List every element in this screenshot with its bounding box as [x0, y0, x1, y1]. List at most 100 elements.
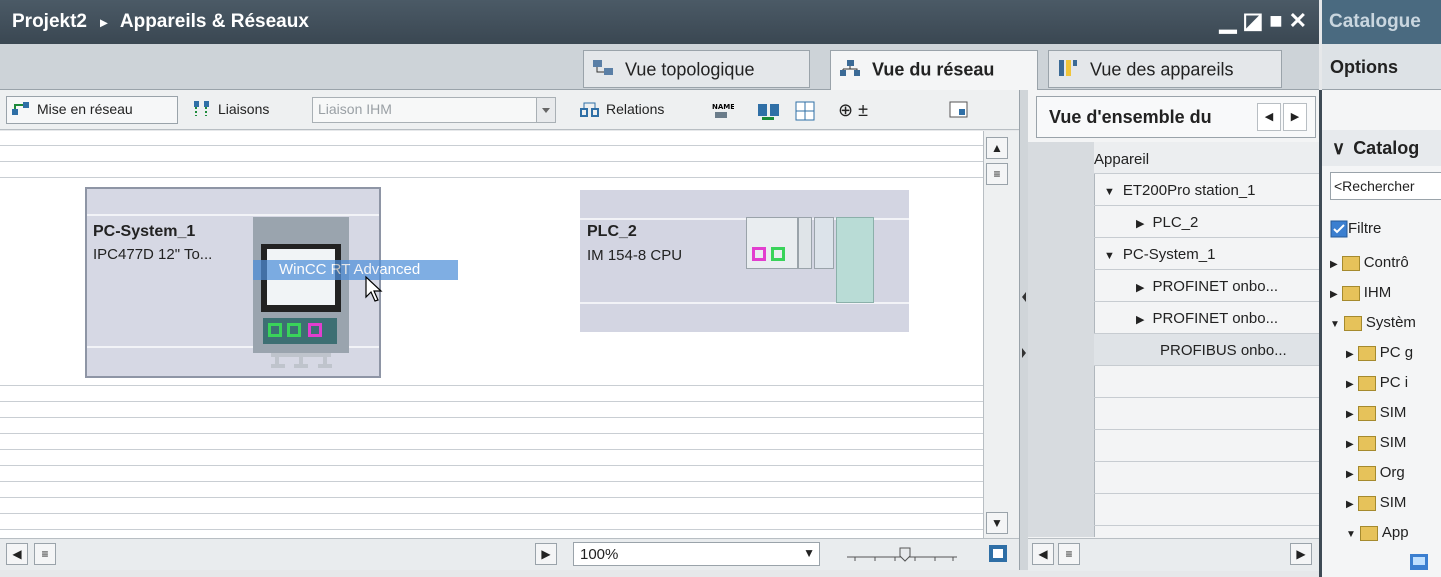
tree-row-label: PROFINET onbo... [1152, 310, 1279, 327]
tab-scroll-left-icon[interactable]: ◀ [1257, 103, 1281, 131]
zoom-in-icon[interactable]: ⊕ ± [834, 96, 874, 124]
mise-en-reseau-button[interactable]: Mise en réseau [6, 96, 178, 124]
column-header-appareil[interactable]: Appareil [1094, 142, 1319, 174]
catalog-title[interactable]: Catalogue [1322, 0, 1441, 44]
zoom-slider[interactable] [845, 545, 960, 565]
scroll-down-button[interactable]: ▼ [986, 512, 1008, 534]
splitter-arrows-icon[interactable] [1020, 290, 1028, 360]
view-tabstrip: Vue topologique Vue du réseau Vue des ap… [0, 44, 1319, 90]
filter-checkbox[interactable]: Filtre [1330, 220, 1381, 238]
tree-row-profibus[interactable]: PROFIBUS onbo... [1094, 334, 1319, 366]
expand-toggle-icon[interactable]: ▶ [1136, 282, 1144, 294]
expand-toggle-icon[interactable]: ▶ [1346, 349, 1354, 360]
scroll-up-button[interactable]: ▲ [986, 137, 1008, 159]
expand-toggle-icon[interactable]: ▼ [1104, 250, 1115, 262]
float-button[interactable]: ◪ [1242, 8, 1269, 33]
section-name: Appareils & Réseaux [119, 11, 309, 32]
network-overview-icon[interactable] [752, 96, 790, 124]
horizontal-scroll-thumb[interactable]: ≡ [34, 543, 56, 565]
expand-toggle-icon[interactable]: ▶ [1346, 409, 1354, 420]
overview-horizontal-scrollbar[interactable]: ◀ ≡ ▶ [1028, 538, 1319, 571]
project-name[interactable]: Projekt2 [12, 11, 87, 32]
tab-network-view[interactable]: Vue du réseau [830, 50, 1038, 90]
zoom-dropdown-icon[interactable]: ▼ [803, 546, 815, 560]
connections-icon [192, 100, 212, 121]
close-button[interactable]: ✕ [1289, 8, 1313, 33]
liaisons-button[interactable]: Liaisons [188, 96, 275, 124]
catalog-item[interactable]: ▶ PC g [1346, 344, 1413, 361]
grid-layout-icon[interactable] [790, 96, 824, 124]
expand-toggle-icon[interactable]: ▶ [1346, 499, 1354, 510]
tree-row-profinet-1[interactable]: ▶ PROFINET onbo... [1094, 270, 1319, 302]
catalog-item[interactable]: ▼ App [1346, 524, 1409, 541]
panel-splitter[interactable] [1019, 90, 1028, 570]
catalog-item[interactable]: ▶ SIM [1346, 494, 1406, 511]
device-pc-system[interactable]: PC-System_1 IPC477D 12" To... WinCC RT A… [85, 187, 458, 378]
folder-icon [1357, 495, 1376, 511]
tree-row-pc-system[interactable]: ▼ PC-System_1 [1094, 238, 1319, 270]
options-label[interactable]: Options [1322, 44, 1441, 90]
expand-toggle-icon[interactable]: ▶ [1346, 469, 1354, 480]
pc-device-image[interactable] [253, 217, 349, 353]
scroll-left-button[interactable]: ◀ [6, 543, 28, 565]
expand-toggle-icon[interactable]: ▶ [1136, 218, 1144, 230]
catalog-item[interactable]: ▶ Org [1346, 464, 1405, 481]
network-canvas[interactable]: PC-System_1 IPC477D 12" To... WinCC RT A… [0, 131, 983, 538]
expand-toggle-icon[interactable]: ▶ [1330, 259, 1338, 270]
dropdown-arrow-icon[interactable] [536, 98, 555, 122]
catalog-item[interactable]: ▶ SIM [1346, 404, 1406, 421]
catalog-item[interactable]: ▼ Systèm [1330, 314, 1416, 331]
scroll-left-button[interactable]: ◀ [1032, 543, 1054, 565]
topology-icon [592, 59, 614, 82]
expand-toggle-icon[interactable]: ▶ [1346, 379, 1354, 390]
device-overview-panel: Vue d'ensemble du ◀ ▶ Appareil ▼ ET200Pro… [1028, 90, 1319, 571]
catalog-item[interactable]: ▶ PC i [1346, 374, 1408, 391]
tab-device-view[interactable]: Vue des appareils [1048, 50, 1282, 88]
connection-type-dropdown[interactable]: Liaison IHM [312, 97, 556, 123]
scroll-right-button[interactable]: ▶ [535, 543, 557, 565]
catalog-item-label: App [1381, 524, 1409, 541]
tree-row-plc2[interactable]: ▶ PLC_2 [1094, 206, 1319, 238]
tab-topology-view[interactable]: Vue topologique [583, 50, 810, 88]
device-subtitle: IM 154-8 CPU [587, 247, 683, 264]
horizontal-scroll-thumb[interactable]: ≡ [1058, 543, 1080, 565]
catalog-item[interactable]: ▶ Contrô [1330, 254, 1409, 271]
catalog-section-header[interactable]: ∨ Catalog [1322, 130, 1441, 166]
tab-device-overview[interactable]: Vue d'ensemble du ◀ ▶ [1036, 96, 1316, 138]
expand-toggle-icon[interactable]: ▶ [1330, 289, 1338, 300]
scroll-grip[interactable]: ≡ [986, 163, 1008, 185]
catalog-item-label: IHM [1363, 284, 1392, 301]
panel-toggle-icon[interactable] [944, 96, 976, 124]
catalog-search-input[interactable]: <Rechercher [1330, 172, 1441, 200]
scroll-right-button[interactable]: ▶ [1290, 543, 1312, 565]
catalog-section-label: Catalog [1353, 138, 1420, 158]
expand-toggle-icon[interactable]: ▶ [1346, 439, 1354, 450]
network-icon [839, 59, 861, 82]
zoom-level-select[interactable]: 100% ▼ [573, 542, 820, 566]
catalog-item[interactable]: ▶ IHM [1330, 284, 1391, 301]
collapse-chevron-icon[interactable]: ∨ [1332, 138, 1345, 158]
expand-toggle-icon[interactable]: ▶ [1136, 314, 1144, 326]
expand-toggle-icon[interactable]: ▼ [1346, 529, 1356, 540]
minimize-button[interactable]: ▁ [1220, 8, 1243, 33]
tree-row-label: PLC_2 [1152, 214, 1199, 231]
catalog-item[interactable]: ▶ SIM [1346, 434, 1406, 451]
canvas-vertical-scrollbar[interactable]: ▲ ≡ ▼ [983, 131, 1019, 538]
catalog-item-label: SIM [1379, 404, 1407, 421]
plc-device-image[interactable] [746, 217, 874, 305]
tree-row-label: PROFIBUS onbo... [1160, 342, 1287, 359]
relations-button[interactable]: Relations [576, 96, 670, 124]
tab-scroll-right-icon[interactable]: ▶ [1283, 103, 1307, 131]
tree-row-et200pro[interactable]: ▼ ET200Pro station_1 [1094, 174, 1319, 206]
expand-toggle-icon[interactable]: ▼ [1104, 186, 1115, 198]
maximize-button[interactable]: ■ [1269, 8, 1288, 33]
catalog-item-label: SIM [1379, 434, 1407, 451]
address-names-icon[interactable]: NAME [706, 96, 740, 124]
tree-row-profinet-2[interactable]: ▶ PROFINET onbo... [1094, 302, 1319, 334]
expand-toggle-icon[interactable]: ▼ [1330, 319, 1340, 330]
checkbox-checked-icon[interactable] [1330, 220, 1348, 238]
overview-navigation-icon[interactable] [987, 543, 1009, 565]
runtime-app-icon[interactable] [1408, 552, 1432, 574]
device-plc[interactable]: PLC_2 IM 154-8 CPU [580, 190, 909, 332]
catalog-item-label: SIM [1379, 494, 1407, 511]
